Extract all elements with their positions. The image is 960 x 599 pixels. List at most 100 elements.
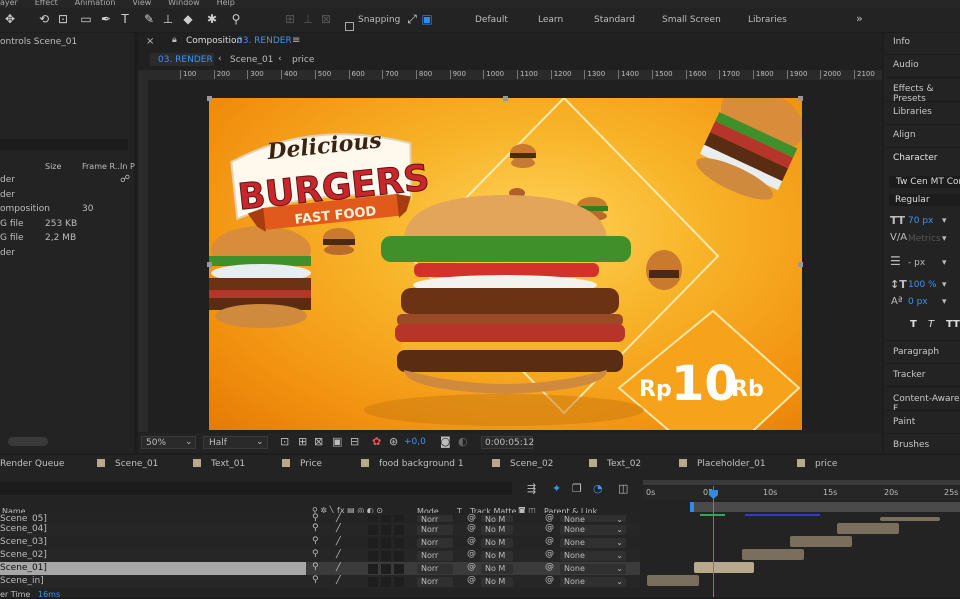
transform-handle[interactable] [798, 262, 803, 267]
snapping-checkbox[interactable] [345, 22, 354, 31]
switch-box[interactable] [381, 515, 391, 522]
motion-blur-icon[interactable]: ◔ [593, 482, 603, 495]
menu-help[interactable]: Help [217, 0, 235, 7]
move-icon[interactable]: ✥ [2, 11, 18, 27]
resolution-dropdown[interactable]: Half ⌄ [203, 436, 268, 449]
breadcrumb-scene[interactable]: Scene_01 [230, 55, 273, 65]
panel-audio[interactable]: Audio [893, 60, 919, 70]
switch-box[interactable] [368, 538, 378, 548]
layer-row[interactable]: Scene_02] ⚲ ╱ Norr @ No M @ None ⌄ [0, 549, 640, 562]
fast-previews-icon[interactable]: ⊡ [280, 435, 289, 448]
faux-bold-icon[interactable]: T [910, 319, 917, 330]
panel-align[interactable]: Align [893, 130, 916, 140]
switch-box[interactable] [381, 577, 391, 587]
switch-box[interactable] [368, 577, 378, 587]
shy-switch-icon[interactable]: ⚲ [312, 523, 319, 533]
project-item-name[interactable]: der [0, 190, 15, 200]
flowchart-icon[interactable]: ☍ [120, 174, 130, 185]
project-item-name[interactable]: der [0, 248, 15, 258]
more-workspaces-icon[interactable]: » [856, 12, 863, 25]
font-size-value[interactable]: 70 px [908, 216, 933, 226]
transform-handle[interactable] [207, 262, 212, 267]
all-caps-icon[interactable]: TT [946, 319, 960, 330]
quality-switch-icon[interactable]: ╱ [336, 513, 341, 522]
layer-name[interactable]: Scene_05] [0, 513, 306, 522]
chevron-down-icon[interactable]: ▾ [942, 258, 947, 268]
matte-spiral-icon[interactable]: @ [467, 575, 476, 585]
comp-flowchart-icon[interactable]: ⇶ [527, 482, 536, 495]
track-matte-dropdown[interactable]: No M [481, 515, 513, 522]
zoom-dropdown[interactable]: 50% ⌄ [141, 436, 196, 449]
snap-target-icon[interactable]: ▣ [419, 11, 435, 27]
comp-canvas[interactable]: Delicious BURGERS FAST FOOD Rp 10 Rb [209, 98, 802, 430]
axis-world-icon[interactable]: ⊥ [300, 11, 316, 27]
layer-name[interactable]: Scene_04] [0, 523, 306, 536]
workspace-default[interactable]: Default [475, 15, 508, 25]
quality-switch-icon[interactable]: ╱ [336, 575, 341, 585]
quality-switch-icon[interactable]: ╱ [336, 523, 341, 533]
switch-box[interactable] [394, 515, 404, 522]
transparency-grid-icon[interactable]: ⊞ [298, 435, 307, 448]
track-matte-dropdown[interactable]: No M [481, 577, 513, 587]
parent-dropdown[interactable]: None ⌄ [560, 538, 626, 548]
chevron-down-icon[interactable]: ▾ [942, 216, 947, 226]
transform-handle[interactable] [503, 96, 508, 101]
layer-row[interactable]: Scene_01] ⚲ ╱ Norr @ No M @ None ⌄ [0, 562, 640, 575]
layer-row[interactable]: Scene_03] ⚲ ╱ Norr @ No M @ None ⌄ [0, 536, 640, 549]
layer-row[interactable]: Scene_in] ⚲ ╱ Norr @ No M @ None ⌄ [0, 575, 640, 588]
panel-info[interactable]: Info [893, 37, 910, 47]
rotate-icon[interactable]: ⟲ [36, 11, 52, 27]
matte-spiral-icon[interactable]: @ [467, 562, 476, 572]
switch-box[interactable] [381, 525, 391, 535]
parent-dropdown[interactable]: None ⌄ [560, 577, 626, 587]
shy-switch-icon[interactable]: ⚲ [312, 536, 319, 546]
color-management-icon[interactable]: ⊛ [389, 435, 398, 448]
tab-price-2[interactable]: price [797, 459, 837, 473]
layer-mode-dropdown[interactable]: Norr [417, 525, 453, 535]
parent-pickwhip-icon[interactable]: @ [545, 575, 554, 585]
project-scrollbar[interactable] [8, 437, 48, 446]
eraser-icon[interactable]: ◆ [180, 11, 196, 27]
switch-box[interactable] [368, 515, 378, 522]
parent-pickwhip-icon[interactable]: @ [545, 562, 554, 572]
switch-box[interactable] [381, 564, 391, 574]
layer-mode-dropdown[interactable]: Norr [417, 564, 453, 574]
work-area-range[interactable] [690, 502, 960, 512]
snapshot-camera-icon[interactable]: ◙ [440, 435, 451, 448]
comp-tab-name[interactable]: 03. RENDER [237, 36, 292, 46]
parent-dropdown[interactable]: None ⌄ [560, 525, 626, 535]
tab-text-02[interactable]: Text_02 [589, 459, 641, 473]
grid-guides-icon[interactable]: ⊟ [350, 435, 359, 448]
puppet-pin-icon[interactable]: ⚲ [228, 11, 244, 27]
layer-bar-scene03[interactable] [790, 536, 852, 547]
layer-mode-dropdown[interactable]: Norr [417, 515, 453, 522]
panel-character[interactable]: Character [893, 153, 937, 163]
vertical-scale-value[interactable]: 100 % [908, 280, 937, 290]
col-frame-rate[interactable]: Frame R... [82, 162, 122, 171]
kerning-value[interactable]: Metrics [908, 234, 941, 244]
shy-switch-icon[interactable]: ⚲ [312, 562, 319, 572]
mask-visibility-icon[interactable]: ⊠ [314, 435, 323, 448]
quality-switch-icon[interactable]: ╱ [336, 562, 341, 572]
pen-tool-icon[interactable]: ✒ [98, 11, 114, 27]
region-of-interest-icon[interactable]: ▣ [332, 435, 342, 448]
workspace-learn[interactable]: Learn [538, 15, 563, 25]
shy-switch-icon[interactable]: ⚲ [312, 575, 319, 585]
work-area-bar[interactable] [643, 480, 960, 485]
brush-tool-icon[interactable]: ✎ [141, 11, 157, 27]
chevron-down-icon[interactable]: ▾ [942, 234, 947, 244]
breadcrumb-price[interactable]: price [292, 55, 314, 65]
workspace-small-screen[interactable]: Small Screen [662, 15, 721, 25]
current-time-field[interactable]: 0:00:05:12 [481, 436, 534, 449]
workspace-libraries[interactable]: Libraries [748, 15, 787, 25]
lock-icon[interactable]: 🔒︎ [172, 35, 177, 45]
switch-box[interactable] [368, 551, 378, 561]
tab-food-background[interactable]: food background 1 [361, 459, 464, 473]
project-item-name[interactable]: G file [0, 233, 24, 243]
camera-orbit-icon[interactable]: ⊡ [55, 11, 71, 27]
menu-effect[interactable]: Effect [35, 0, 58, 7]
switch-box[interactable] [394, 538, 404, 548]
graph-editor-icon[interactable]: ◫ [618, 482, 628, 495]
tab-render-queue[interactable]: Render Queue [0, 459, 64, 473]
parent-dropdown[interactable]: None ⌄ [560, 515, 626, 522]
